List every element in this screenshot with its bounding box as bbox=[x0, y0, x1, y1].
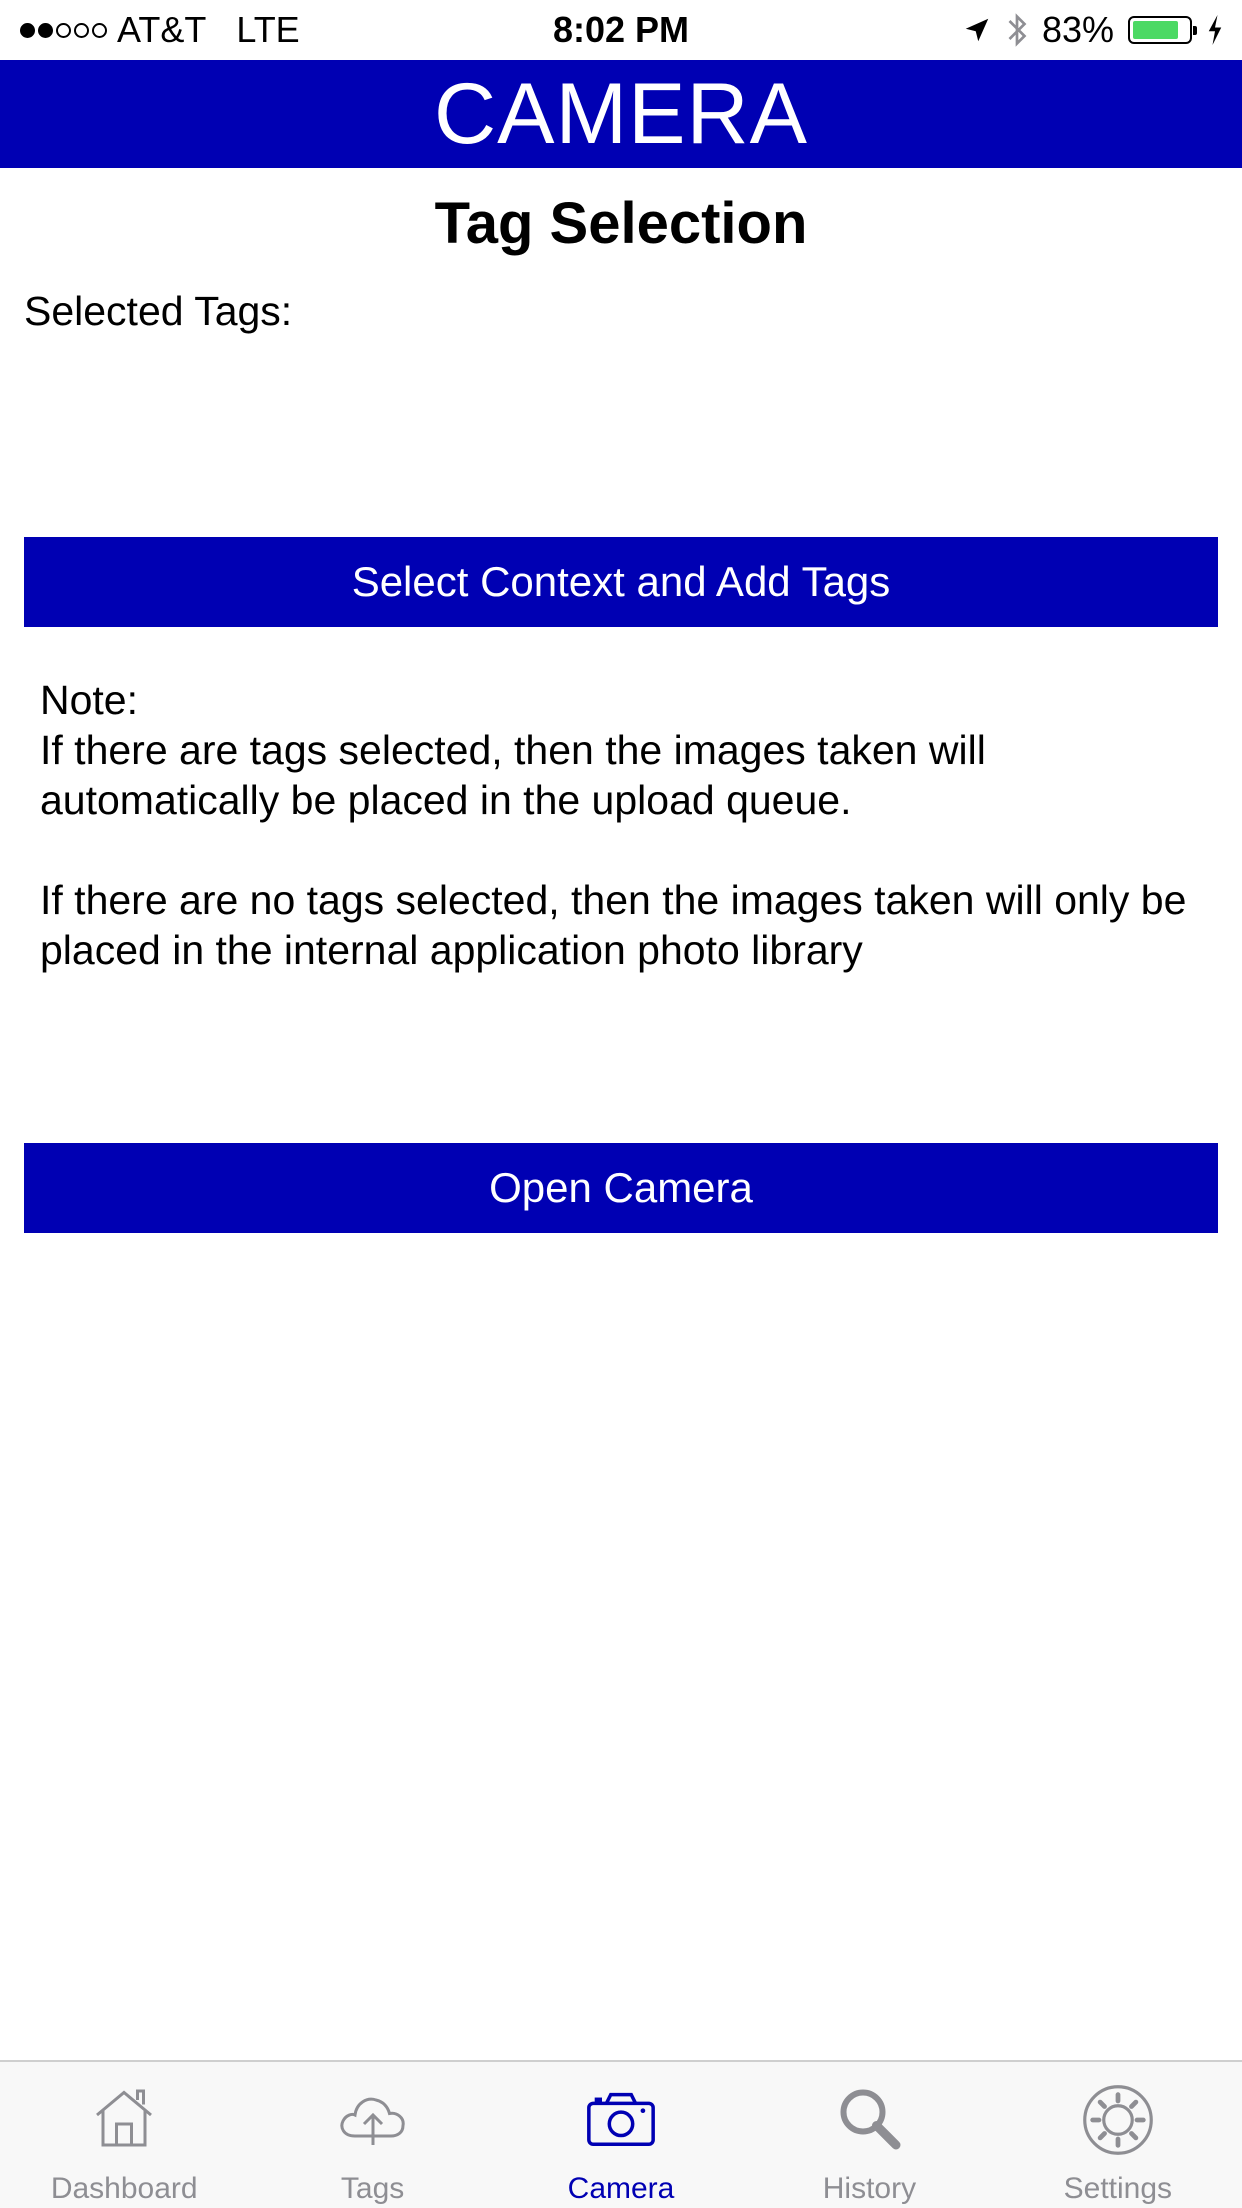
location-arrow-icon bbox=[965, 18, 989, 42]
tab-camera[interactable]: Camera bbox=[497, 2062, 745, 2208]
magnifier-icon bbox=[840, 2089, 901, 2150]
tab-dashboard[interactable]: Dashboard bbox=[0, 2062, 248, 2208]
bluetooth-icon bbox=[1008, 13, 1027, 47]
charging-bolt-icon bbox=[1208, 15, 1222, 45]
status-bar: AT&T LTE 8:02 PM 83% bbox=[0, 0, 1242, 60]
note-line-tags-selected: If there are tags selected, then the ima… bbox=[40, 727, 986, 823]
battery-percent: 83% bbox=[1041, 9, 1114, 50]
tab-settings[interactable]: Settings bbox=[994, 2062, 1242, 2208]
tab-label-camera: Camera bbox=[567, 2172, 675, 2205]
battery-icon bbox=[1128, 16, 1197, 44]
app-header: CAMERA bbox=[0, 60, 1242, 168]
tab-tags[interactable]: Tags bbox=[248, 2062, 496, 2208]
tab-label-settings: Settings bbox=[1063, 2172, 1173, 2205]
selected-tags-label: Selected Tags: bbox=[24, 288, 293, 334]
note-heading: Note: bbox=[40, 677, 138, 723]
open-camera-button[interactable]: Open Camera bbox=[24, 1143, 1218, 1233]
gear-icon bbox=[1082, 2085, 1153, 2155]
battery-level-fill bbox=[1133, 21, 1178, 39]
tab-bar: Dashboard Tags Camera History Settings bbox=[0, 2060, 1242, 2208]
tab-label-history: History bbox=[822, 2172, 917, 2205]
status-right: 83% bbox=[962, 9, 1224, 50]
house-icon bbox=[96, 2089, 153, 2147]
tab-history[interactable]: History bbox=[745, 2062, 993, 2208]
tab-label-tags: Tags bbox=[340, 2172, 405, 2205]
note-line-no-tags: If there are no tags selected, then the … bbox=[40, 877, 1187, 973]
select-context-button[interactable]: Select Context and Add Tags bbox=[24, 537, 1218, 627]
note-section: Note: If there are tags selected, then t… bbox=[40, 675, 1210, 975]
cloud-upload-icon bbox=[340, 2097, 405, 2145]
battery-cap bbox=[1193, 26, 1197, 35]
page-title: Tag Selection bbox=[434, 191, 808, 256]
camera-icon bbox=[587, 2092, 655, 2147]
tab-label-dashboard: Dashboard bbox=[50, 2172, 198, 2205]
